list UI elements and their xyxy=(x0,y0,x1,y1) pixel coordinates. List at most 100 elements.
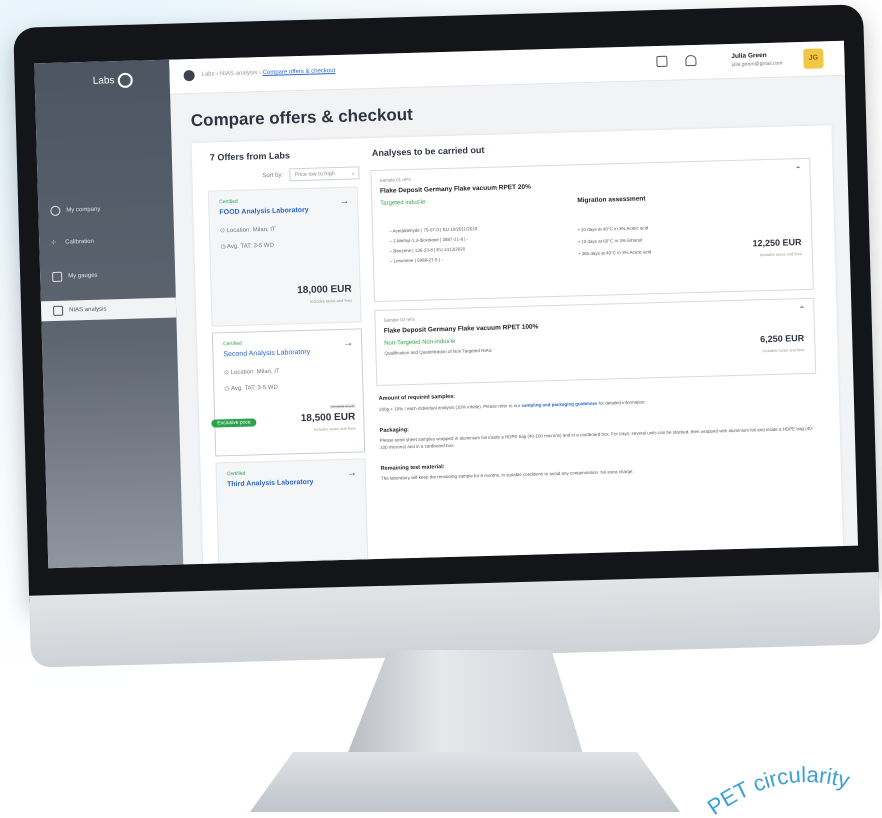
substance-line: – Acetaldehyde | 75-07-0 | EU 10/2011/20… xyxy=(388,226,478,234)
main-panel: 7 Offers from Labs Sort by: Price low to… xyxy=(191,125,844,564)
breadcrumb-nias[interactable]: NIAS analysis xyxy=(220,70,258,77)
company-icon xyxy=(50,205,61,217)
logo-ring-icon xyxy=(117,72,133,89)
analysis-card[interactable]: Sample 02 ref'n ⌃ Flake Deposit Germany … xyxy=(374,297,817,386)
app-screen: Labs My company ⊹ Calibration My gauges … xyxy=(34,40,859,569)
sort-select[interactable]: Price low to high ⌄ xyxy=(289,166,360,182)
packaging-heading: Packaging: xyxy=(379,427,410,434)
analysis-price: 6,250 EUR xyxy=(760,333,805,345)
bell-icon[interactable] xyxy=(685,54,697,67)
analysis-fee-note: Includes taxes and fees xyxy=(762,347,805,354)
remaining-heading: Remaining test material: xyxy=(380,464,445,472)
breadcrumb-separator: › xyxy=(258,70,262,77)
app-logo[interactable]: Labs xyxy=(92,72,133,89)
sidebar-item-label: NIAS analysis xyxy=(69,306,107,314)
migration-line: • 365 days at 40°C in 3% Acetic acid xyxy=(578,249,652,257)
lab-turnaround-text: Avg. TAT: 3-5 WD xyxy=(230,384,278,393)
sidebar-item-label: My company xyxy=(66,206,101,214)
offer-card-selected[interactable]: Certified → Second Analysis Laboratory ⊙… xyxy=(211,328,366,457)
lab-name[interactable]: Second Analysis Laboratory xyxy=(223,349,310,358)
breadcrumb: Labs › NIAS analysis › Compare offers & … xyxy=(202,68,336,78)
analysis-type: Non-Targeted Non-indus'ie xyxy=(384,338,456,347)
svg-text:PET circularity: PET circularity xyxy=(706,762,852,818)
samples-heading: Amount of required samples: xyxy=(378,393,456,402)
packaging-text: Please send sheet samples wrapped in alu… xyxy=(379,425,814,450)
sidebar: Labs My company ⊹ Calibration My gauges … xyxy=(34,59,184,569)
substance-text: Limonene | 5989-27-5 | - xyxy=(393,257,443,264)
sidebar-item-my-gauges[interactable]: My gauges xyxy=(52,264,168,287)
sidebar-item-my-company[interactable]: My company xyxy=(50,198,166,221)
exclusive-price-badge: Exclusive price xyxy=(211,418,257,428)
migration-text: 365 days at 40°C in 3% Acetic acid xyxy=(581,249,652,257)
substance-text: Benzene | 136-23-8 | EU 1413/2020 xyxy=(393,246,466,254)
sidebar-item-nias-analysis[interactable]: NIAS analysis xyxy=(40,297,177,322)
avatar[interactable]: JG xyxy=(803,48,824,69)
settings-gear-icon[interactable] xyxy=(183,69,195,82)
page-title: Compare offers & checkout xyxy=(190,104,414,131)
lab-turnaround-text: Avg. TAT: 3-5 WD xyxy=(226,242,274,251)
lab-name[interactable]: Third Analysis Laboratory xyxy=(227,479,314,488)
analysis-price: 12,250 EUR xyxy=(752,237,802,249)
offers-heading: 7 Offers from Labs xyxy=(209,150,291,163)
certified-badge: Certified xyxy=(226,470,246,478)
monitor-stand-base xyxy=(250,752,680,812)
breadcrumb-separator: › xyxy=(216,71,219,78)
certified-badge: Certified xyxy=(223,340,242,348)
substance-line: – Limonene | 5989-27-5 | - xyxy=(389,257,443,264)
user-name[interactable]: Julia Green xyxy=(731,52,767,60)
pet-circularity-stamp: PET circularity xyxy=(706,762,852,818)
mail-icon[interactable] xyxy=(656,55,668,68)
offer-fee-note: Includes taxes and fees xyxy=(309,297,353,304)
sample-ref: Sample 01 ref'n xyxy=(379,176,412,183)
guidelines-link[interactable]: sampling and packaging guidelines xyxy=(521,401,597,408)
substance-line: – Benzene | 136-23-8 | EU 1413/2020 xyxy=(389,246,466,254)
lab-location: ⊙ Location: Milan, IT xyxy=(220,226,276,235)
lab-name[interactable]: FOOD Analysis Laboratory xyxy=(219,207,308,216)
breadcrumb-current[interactable]: Compare offers & checkout xyxy=(263,68,336,76)
offer-fee-note: Includes taxes and fees xyxy=(313,425,356,432)
logo-text: Labs xyxy=(92,75,115,87)
analysis-type: Targeted indus'ie xyxy=(380,199,426,207)
lab-turnaround: ◷ Avg. TAT: 3-5 WD xyxy=(220,242,274,250)
analysis-card[interactable]: Sample 01 ref'n ⌃ Flake Deposit Germany … xyxy=(370,157,814,303)
sample-title: Flake Deposit Germany Flake vacuum RPET … xyxy=(383,323,539,335)
arrow-right-icon[interactable]: → xyxy=(347,468,357,479)
offer-price: 18,500 EUR xyxy=(300,411,356,425)
calibration-icon: ⊹ xyxy=(51,239,57,247)
old-price: 20,000 EUR xyxy=(330,403,355,410)
arrow-right-icon[interactable]: → xyxy=(343,338,353,349)
lab-turnaround: ◷ Avg. TAT: 3-5 WD xyxy=(224,384,278,392)
lab-location: ⊙ Location: Milan, IT xyxy=(224,368,280,377)
stamp-text: PET circularity xyxy=(706,762,852,818)
user-email: julia.green@gmail.com xyxy=(731,60,783,68)
sort-value: Price low to high xyxy=(294,171,335,179)
lab-location-text: Location: Milan, IT xyxy=(226,226,276,235)
migration-text: 10 days at 60°C in 3% Ethanol xyxy=(581,237,643,245)
document-icon xyxy=(53,305,64,316)
offer-card[interactable]: Certified → Third Analysis Laboratory xyxy=(215,458,369,564)
lab-location-text: Location: Milan, IT xyxy=(230,368,280,377)
offer-card[interactable]: Certified → FOOD Analysis Laboratory ⊙ L… xyxy=(207,186,362,327)
gauge-icon xyxy=(52,271,63,282)
chevron-down-icon: ⌄ xyxy=(350,170,356,177)
migration-text: 10 days at 40°C in 3% Acetic acid xyxy=(580,225,649,233)
sidebar-item-calibration[interactable]: ⊹ Calibration xyxy=(51,230,167,253)
migration-line: • 10 days at 40°C in 3% Acetic acid xyxy=(578,225,649,233)
samples-text-part: 200g + 10% / each individual analysis (1… xyxy=(378,402,521,412)
chevron-up-icon[interactable]: ⌃ xyxy=(799,305,806,314)
remaining-text: The laboratory will keep the remaining s… xyxy=(380,468,634,481)
samples-text-part: for detailed information. xyxy=(598,399,646,406)
sidebar-item-label: My gauges xyxy=(68,272,98,280)
analysis-description: Qualification and Quantification of Non … xyxy=(384,347,492,356)
substance-line: – 2-Methyl-1,3-dioxolane | 3887-21-8 | - xyxy=(389,236,469,244)
sort-label: Sort by: xyxy=(262,172,284,180)
arrow-right-icon[interactable]: → xyxy=(339,196,349,207)
analysis-fee-note: Includes taxes and fees xyxy=(759,251,802,258)
certified-badge: Certified xyxy=(219,198,238,206)
substance-text: 2-Methyl-1,3-dioxolane | 3887-21-8 | - xyxy=(393,236,469,244)
sample-ref: Sample 02 ref'n xyxy=(383,316,415,323)
sidebar-item-label: Calibration xyxy=(65,238,95,246)
migration-heading: Migration assessment xyxy=(577,195,646,205)
chevron-up-icon[interactable]: ⌃ xyxy=(795,165,802,174)
breadcrumb-labs[interactable]: Labs xyxy=(202,71,215,77)
